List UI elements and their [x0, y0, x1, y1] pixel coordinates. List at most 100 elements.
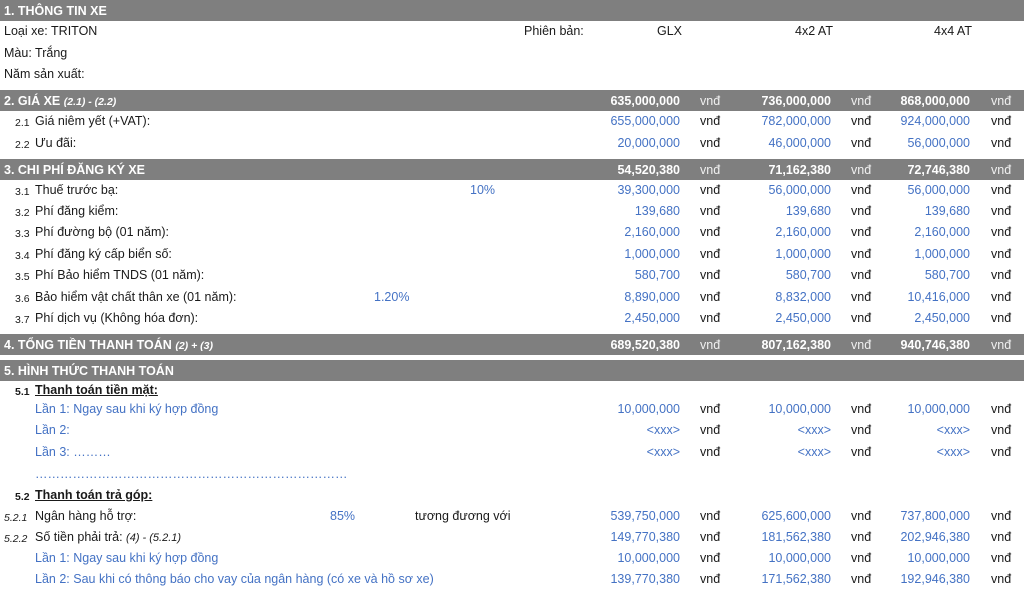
- item-number: 2.2: [15, 139, 30, 151]
- item-number: 5.2: [15, 491, 30, 503]
- installment-title: Thanh toán trả góp:: [35, 488, 153, 502]
- currency: vnđ: [700, 114, 721, 128]
- value-version-1: 20,000,000: [617, 136, 680, 150]
- value-version-3: 56,000,000: [907, 183, 970, 197]
- value-version-1: 139,680: [634, 204, 680, 218]
- registration-fee-row: 3.6 Bảo hiểm vật chất thân xe (01 năm): 1.…: [0, 287, 1024, 308]
- currency: vnđ: [991, 183, 1012, 197]
- color-row: Màu: Trắng: [0, 43, 1024, 64]
- registration-fee-row: 3.4 Phí đăng ký cấp biển số: 1,000,000 vnđ 1…: [0, 244, 1024, 265]
- currency: vnđ: [851, 551, 872, 565]
- installment-label: Lần 3: ………: [35, 445, 111, 459]
- currency: vnđ: [991, 94, 1012, 108]
- currency: vnđ: [700, 338, 721, 352]
- currency: vnđ: [700, 445, 721, 459]
- installment-title-row: 5.2 Thanh toán trả góp:: [0, 485, 1024, 506]
- value-version-1: 1,000,000: [624, 247, 680, 261]
- currency: vnđ: [991, 445, 1012, 459]
- item-label: Phí dịch vụ (Không hóa đơn):: [35, 311, 199, 325]
- value-version-1: 8,890,000: [624, 290, 680, 304]
- currency: vnđ: [700, 290, 721, 304]
- currency: vnđ: [991, 551, 1012, 565]
- quotation-sheet: 1. THÔNG TIN XE Loại xe: TRITON Phiên bả…: [0, 0, 1024, 590]
- currency: vnđ: [851, 268, 872, 282]
- item-label: Số tiền phải trả: (4) - (5.2.1): [35, 530, 182, 544]
- currency: vnđ: [991, 136, 1012, 150]
- section-vehicle-info-header: 1. THÔNG TIN XE: [0, 0, 1024, 21]
- section-title: 5. HÌNH THỨC THANH TOÁN: [4, 364, 174, 378]
- value-version-1: <xxx>: [646, 423, 680, 437]
- currency: vnđ: [700, 402, 721, 416]
- version-2: 4x2 AT: [795, 24, 833, 38]
- year-label: Năm sản xuất:: [4, 67, 85, 81]
- item-label: Phí đăng ký cấp biển số:: [35, 247, 172, 261]
- item-label: Ngân hàng hỗ trợ:: [35, 509, 137, 523]
- currency: vnđ: [700, 572, 721, 586]
- color-label: Màu: Trắng: [4, 46, 68, 60]
- total-version-2: 807,162,380: [761, 338, 831, 352]
- installment-label: Lần 1: Ngay sau khi ký hợp đồng: [35, 402, 219, 416]
- value-version-2: 46,000,000: [768, 136, 831, 150]
- currency: vnđ: [851, 572, 872, 586]
- value-version-3: 2,160,000: [914, 225, 970, 239]
- registration-fee-row: 3.2 Phí đăng kiểm: 139,680 vnđ 139,680 vnđ 139…: [0, 201, 1024, 222]
- value-version-2: <xxx>: [797, 445, 831, 459]
- currency: vnđ: [700, 423, 721, 437]
- currency: vnđ: [700, 509, 721, 523]
- item-label: Phí Bảo hiểm TNDS (01 năm):: [35, 268, 205, 282]
- currency: vnđ: [700, 204, 721, 218]
- value-version-2: 2,450,000: [775, 311, 831, 325]
- currency: vnđ: [851, 204, 872, 218]
- item-number: 5.2.1: [4, 512, 28, 524]
- value-version-3: 10,416,000: [907, 290, 970, 304]
- currency: vnđ: [991, 423, 1012, 437]
- item-number: 3.3: [15, 228, 30, 240]
- currency: vnđ: [851, 136, 872, 150]
- currency: vnđ: [851, 445, 872, 459]
- item-label: Phí đường bộ (01 năm):: [35, 225, 169, 239]
- value-version-2: 10,000,000: [768, 551, 831, 565]
- cash-dots-row: …………………………………………………………………: [0, 464, 1024, 485]
- item-number: 5.1: [15, 386, 30, 398]
- section-registration-header: 3. CHI PHÍ ĐĂNG KÝ XE 54,520,380 vnđ 71,…: [0, 159, 1024, 180]
- installment-label: Lần 2: Sau khi có thông báo cho vay của …: [35, 572, 434, 586]
- currency: vnđ: [851, 423, 872, 437]
- dotted-line: …………………………………………………………………: [35, 467, 348, 481]
- total-version-1: 635,000,000: [610, 94, 680, 108]
- currency: vnđ: [851, 94, 872, 108]
- value-version-3: 192,946,380: [900, 572, 970, 586]
- currency: vnđ: [851, 183, 872, 197]
- currency: vnđ: [991, 509, 1012, 523]
- value-version-2: 10,000,000: [768, 402, 831, 416]
- item-number: 3.7: [15, 314, 30, 326]
- currency: vnđ: [991, 114, 1012, 128]
- value-version-1: 139,770,380: [610, 572, 680, 586]
- value-version-3: <xxx>: [936, 445, 970, 459]
- cash-payment-title: Thanh toán tiền mặt:: [35, 383, 158, 397]
- value-version-1: 149,770,380: [610, 530, 680, 544]
- equivalent-label: tương đương với: [415, 509, 511, 523]
- currency: vnđ: [851, 247, 872, 261]
- registration-fee-row: 3.1 Thuế trước bạ: 10% 39,300,000 vnđ 56,000,…: [0, 180, 1024, 201]
- currency: vnđ: [991, 163, 1012, 177]
- installment-label: Lần 1: Ngay sau khi ký hợp đồng: [35, 551, 219, 565]
- model-row: Loại xe: TRITON Phiên bản: GLX 4x2 AT 4x…: [0, 21, 1024, 42]
- value-version-2: <xxx>: [797, 423, 831, 437]
- bank-support-row: 5.2.1 Ngân hàng hỗ trợ: 85% tương đương …: [0, 506, 1024, 527]
- value-version-2: 2,160,000: [775, 225, 831, 239]
- currency: vnđ: [991, 530, 1012, 544]
- value-version-1: 539,750,000: [610, 509, 680, 523]
- currency: vnđ: [851, 290, 872, 304]
- value-version-1: 580,700: [634, 268, 680, 282]
- section-payment-header: 5. HÌNH THỨC THANH TOÁN: [0, 360, 1024, 381]
- total-version-3: 940,746,380: [900, 338, 970, 352]
- loan-installment-row: Lần 2: Sau khi có thông báo cho vay của …: [0, 569, 1024, 590]
- registration-fee-row: 3.5 Phí Bảo hiểm TNDS (01 năm): 580,700 vnđ…: [0, 265, 1024, 286]
- registration-fee-row: 3.3 Phí đường bộ (01 năm): 2,160,000 vnđ 2,1…: [0, 222, 1024, 243]
- discount-row: 2.2 Ưu đãi: 20,000,000 vnđ 46,000,000 vn…: [0, 133, 1024, 154]
- section-price-header: 2. GIÁ XE (2.1) - (2.2) 635,000,000 vnđ …: [0, 90, 1024, 111]
- value-version-2: 1,000,000: [775, 247, 831, 261]
- cash-payment-title-row: 5.1 Thanh toán tiền mặt:: [0, 380, 1024, 401]
- value-version-2: 139,680: [785, 204, 831, 218]
- value-version-2: 580,700: [785, 268, 831, 282]
